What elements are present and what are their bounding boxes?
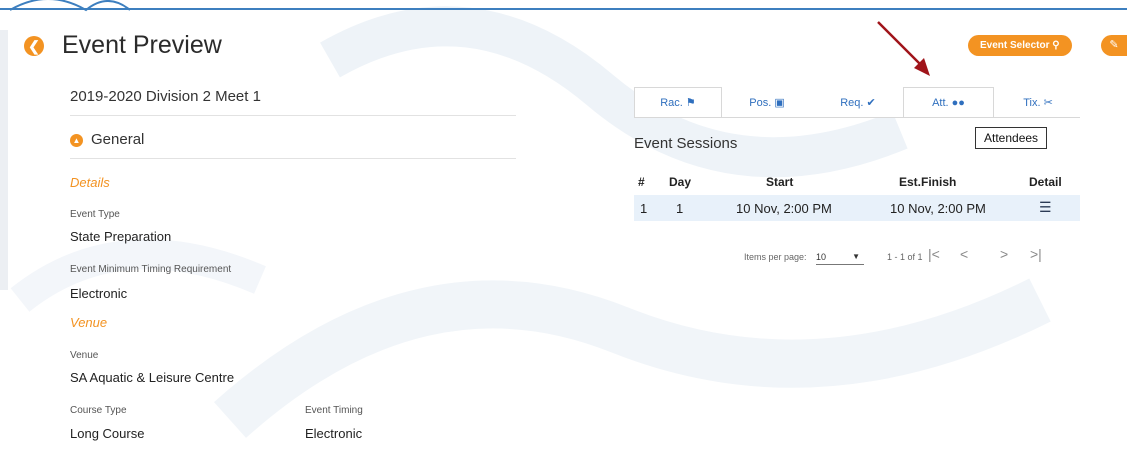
header-curve bbox=[9, 0, 131, 12]
course-type-label: Course Type bbox=[70, 405, 127, 416]
session-number: 1 bbox=[640, 201, 648, 216]
event-sessions-heading: Event Sessions bbox=[634, 135, 738, 152]
tab-att[interactable]: Att. ●● bbox=[903, 87, 994, 118]
session-day: 1 bbox=[676, 201, 684, 216]
tab-req[interactable]: Req. ✔ bbox=[812, 87, 904, 118]
session-est-finish: 10 Nov, 2:00 PM bbox=[890, 201, 986, 216]
divider bbox=[70, 158, 516, 159]
annotation-arrow bbox=[877, 21, 930, 76]
previous-page-icon[interactable]: < bbox=[960, 246, 968, 262]
min-timing-label: Event Minimum Timing Requirement bbox=[70, 264, 232, 275]
list-icon[interactable]: ☰ bbox=[1039, 199, 1052, 216]
min-timing-value: Electronic bbox=[70, 286, 128, 301]
meet-name: 2019-2020 Division 2 Meet 1 bbox=[70, 88, 261, 105]
event-timing-value: Electronic bbox=[305, 426, 363, 441]
top-border bbox=[0, 8, 1127, 10]
id-badge-icon: ▣ bbox=[774, 97, 785, 109]
flag-icon: ⚑ bbox=[685, 97, 696, 109]
back-button[interactable]: ❮ bbox=[24, 36, 44, 56]
tag-button[interactable]: ✎ bbox=[1101, 35, 1127, 56]
column-header-day: Day bbox=[669, 175, 692, 189]
users-icon: ●● bbox=[951, 97, 965, 109]
page-title: Event Preview bbox=[62, 31, 222, 59]
venue-value: SA Aquatic & Leisure Centre bbox=[70, 370, 235, 385]
arrow-left-icon: ❮ bbox=[28, 38, 40, 54]
column-header-detail: Detail bbox=[1029, 175, 1062, 189]
last-page-icon[interactable]: >| bbox=[1030, 246, 1042, 262]
background-watermark bbox=[0, 0, 1127, 453]
event-type-value: State Preparation bbox=[70, 229, 172, 244]
tab-rac[interactable]: Rac. ⚑ bbox=[634, 87, 722, 118]
course-type-value: Long Course bbox=[70, 426, 145, 441]
event-timing-label: Event Timing bbox=[305, 405, 363, 416]
column-header-number: # bbox=[638, 175, 645, 189]
chevron-down-icon: ▼ bbox=[852, 252, 860, 261]
event-selector-button[interactable]: Event Selector ⚲ bbox=[968, 35, 1072, 56]
tab-bar-border bbox=[634, 117, 1080, 118]
event-type-label: Event Type bbox=[70, 209, 120, 220]
tab-pos[interactable]: Pos. ▣ bbox=[722, 87, 812, 118]
items-per-page-select[interactable]: 10 ▼ bbox=[816, 252, 864, 265]
table-row[interactable] bbox=[634, 195, 1080, 221]
chevron-up-icon[interactable]: ▲ bbox=[70, 134, 83, 147]
items-per-page-label: Items per page: bbox=[744, 252, 807, 262]
first-page-icon[interactable]: |< bbox=[928, 246, 940, 262]
details-heading: Details bbox=[70, 175, 110, 190]
venue-heading: Venue bbox=[70, 315, 108, 330]
next-page-icon[interactable]: > bbox=[1000, 246, 1008, 262]
venue-label: Venue bbox=[70, 350, 99, 361]
column-header-est-finish: Est.Finish bbox=[899, 175, 957, 189]
tab-tix[interactable]: Tix. ✂ bbox=[994, 87, 1082, 118]
pagination-range: 1 - 1 of 1 bbox=[887, 252, 923, 262]
ticket-icon: ✂ bbox=[1043, 97, 1053, 109]
session-start: 10 Nov, 2:00 PM bbox=[736, 201, 832, 216]
check-circle-icon: ✔ bbox=[866, 97, 876, 109]
left-scroll-edge bbox=[0, 30, 8, 290]
attendees-tooltip: Attendees bbox=[975, 127, 1048, 149]
tag-icon: ✎ bbox=[1109, 39, 1119, 51]
column-header-start: Start bbox=[766, 175, 794, 189]
search-icon: ⚲ bbox=[1052, 40, 1060, 51]
divider bbox=[70, 115, 516, 116]
general-section-toggle[interactable]: General bbox=[91, 131, 144, 148]
